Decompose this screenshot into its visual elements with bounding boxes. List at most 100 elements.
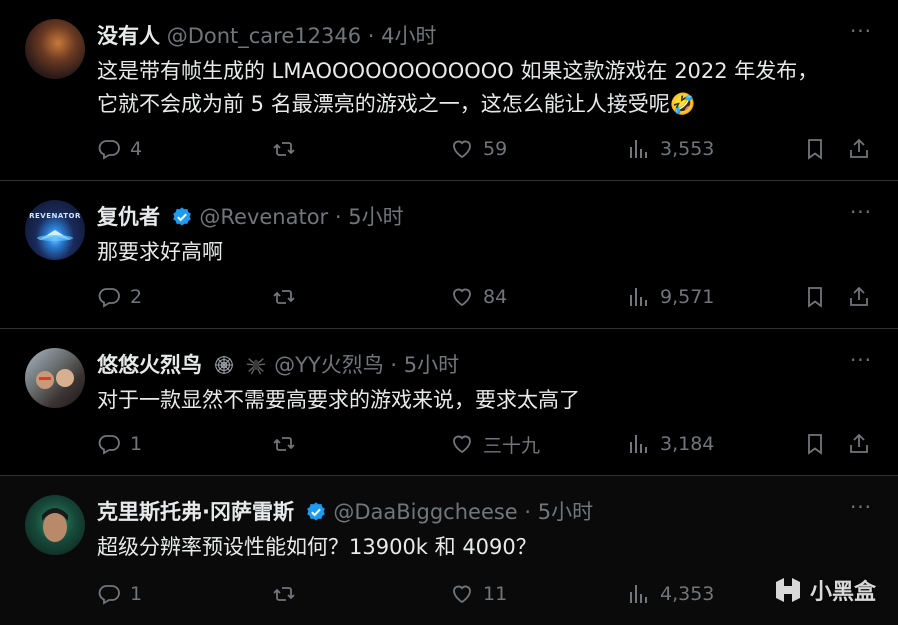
- tweet-text: 对于一款显然不需要高要求的游戏来说，要求太高了: [97, 388, 580, 412]
- like-count: 59: [483, 138, 508, 160]
- user-handle[interactable]: @DaaBiggcheese: [333, 500, 517, 524]
- spider-icon: [247, 358, 266, 375]
- like-count: 11: [483, 583, 508, 605]
- reply-button[interactable]: 2: [97, 282, 142, 312]
- avatar[interactable]: [25, 495, 85, 555]
- tweet-header: 悠悠火烈鸟 @YY火烈鸟 · 5小时: [97, 351, 838, 379]
- share-icon: [850, 433, 868, 453]
- view-count: 4,353: [660, 583, 715, 605]
- share-icon: [850, 138, 868, 158]
- tweet[interactable]: 悠悠火烈鸟 @YY火烈鸟 · 5小时 ··· 对于一款显然不需要高要求的游戏来说…: [0, 329, 898, 476]
- view-count: 9,571: [660, 286, 715, 308]
- watermark: 小黑盒: [772, 573, 876, 607]
- like-button[interactable]: 三十九: [450, 429, 540, 459]
- display-name[interactable]: 没有人: [97, 24, 160, 48]
- retweet-button[interactable]: [272, 429, 305, 459]
- reply-button[interactable]: 1: [97, 579, 142, 609]
- analytics-icon: [630, 585, 647, 603]
- like-count: 三十九: [483, 434, 541, 457]
- bookmark-icon: [808, 434, 822, 455]
- tweet[interactable]: 克里斯托弗·冈萨雷斯 @DaaBiggcheese · 5小时 ··· 超级分辨…: [0, 476, 898, 625]
- separator-dot: ·: [524, 500, 532, 524]
- display-name[interactable]: 克里斯托弗·冈萨雷斯: [97, 500, 294, 524]
- display-name[interactable]: 悠悠火烈鸟: [97, 353, 202, 377]
- user-handle[interactable]: @YY火烈鸟: [274, 353, 384, 377]
- tweet-feed: 没有人 @Dont_care12346 · 4小时 ··· 这是带有帧生成的 L…: [0, 0, 898, 625]
- retweet-icon: [273, 290, 295, 304]
- heart-icon: [453, 435, 471, 454]
- avatar[interactable]: REVENATOR: [25, 200, 85, 260]
- spider-web-icon: [214, 355, 233, 375]
- tweet-text: 超级分辨率预设性能如何？13900k 和 4090？: [97, 535, 537, 559]
- separator-dot: ·: [367, 24, 375, 48]
- view-count: 3,184: [660, 433, 715, 455]
- retweet-button[interactable]: [272, 579, 305, 609]
- like-button[interactable]: 84: [450, 282, 507, 312]
- separator-dot: ·: [390, 353, 398, 377]
- more-options-icon[interactable]: ···: [848, 21, 874, 44]
- share-button[interactable]: [847, 429, 871, 459]
- view-count: 3,553: [660, 138, 715, 160]
- share-button[interactable]: [847, 282, 871, 312]
- user-handle[interactable]: @Dont_care12346: [167, 24, 361, 48]
- avatar-photo: [42, 508, 68, 542]
- retweet-button[interactable]: [272, 282, 305, 312]
- reply-icon: [98, 140, 120, 160]
- verified-badge-icon: [172, 207, 191, 226]
- views-button[interactable]: 4,353: [627, 579, 714, 609]
- separator-dot: ·: [334, 205, 342, 229]
- share-icon: [850, 286, 868, 306]
- heart-icon: [453, 288, 471, 307]
- bookmark-button[interactable]: [803, 134, 827, 164]
- tweet[interactable]: REVENATOR 复仇者 @Revenator · 5小时 ··· 那要求好高…: [0, 181, 898, 329]
- more-options-icon[interactable]: ···: [848, 350, 874, 373]
- tweet[interactable]: 没有人 @Dont_care12346 · 4小时 ··· 这是带有帧生成的 L…: [0, 0, 898, 181]
- analytics-icon: [630, 288, 647, 306]
- display-name[interactable]: 复仇者: [97, 205, 160, 229]
- verified-badge-icon: [306, 502, 325, 521]
- reply-icon: [98, 435, 120, 455]
- more-options-icon[interactable]: ···: [848, 497, 874, 520]
- views-button[interactable]: 3,184: [627, 429, 714, 459]
- reply-button[interactable]: 4: [97, 134, 142, 164]
- action-bar: 4 59 3,553: [97, 134, 876, 164]
- reply-count: 2: [130, 286, 143, 308]
- tweet-text: 那要求好高啊: [97, 240, 223, 264]
- more-options-icon[interactable]: ···: [848, 202, 874, 225]
- tweet-header: 复仇者 @Revenator · 5小时: [97, 203, 838, 231]
- reply-count: 1: [130, 433, 143, 455]
- avatar-photo: [36, 369, 74, 389]
- tweet-header: 克里斯托弗·冈萨雷斯 @DaaBiggcheese · 5小时: [97, 498, 838, 526]
- timestamp[interactable]: 5小时: [404, 353, 459, 377]
- like-button[interactable]: 59: [450, 134, 507, 164]
- views-button[interactable]: 9,571: [627, 282, 714, 312]
- avatar[interactable]: [25, 19, 85, 79]
- user-handle[interactable]: @Revenator: [199, 205, 328, 229]
- action-bar: 1 11 4,353: [97, 579, 876, 609]
- share-button[interactable]: [847, 134, 871, 164]
- watermark-text: 小黑盒: [809, 580, 876, 605]
- reply-icon: [98, 585, 120, 605]
- timestamp[interactable]: 4小时: [381, 24, 436, 48]
- tweet-text: 这是带有帧生成的 LMAOOOOOOOOOOOO 如果这款游戏在 2022 年发…: [97, 59, 819, 116]
- avatar[interactable]: [25, 348, 85, 408]
- bookmark-button[interactable]: [803, 429, 827, 459]
- bookmark-icon: [808, 287, 822, 308]
- retweet-button[interactable]: [272, 134, 305, 164]
- tweet-header: 没有人 @Dont_care12346 · 4小时: [97, 22, 838, 50]
- bookmark-button[interactable]: [803, 282, 827, 312]
- timestamp[interactable]: 5小时: [538, 500, 593, 524]
- reply-count: 1: [130, 583, 143, 605]
- heart-icon: [453, 140, 471, 159]
- timestamp[interactable]: 5小时: [348, 205, 403, 229]
- retweet-icon: [273, 142, 295, 156]
- views-button[interactable]: 3,553: [627, 134, 714, 164]
- action-bar: 2 84 9,571: [97, 282, 876, 312]
- retweet-icon: [273, 587, 295, 601]
- like-count: 84: [483, 286, 508, 308]
- reply-button[interactable]: 1: [97, 429, 142, 459]
- action-bar: 1 三十九 3,184: [97, 429, 876, 459]
- like-button[interactable]: 11: [450, 579, 507, 609]
- reply-icon: [98, 288, 120, 308]
- analytics-icon: [630, 140, 647, 158]
